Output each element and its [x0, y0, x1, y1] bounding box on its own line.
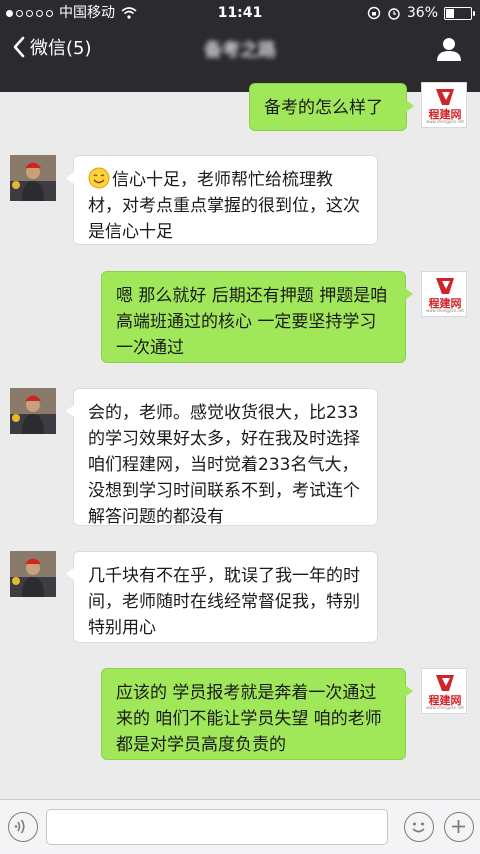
outgoing-message-bubble[interactable]: 嗯 那么就好 后期还有押题 押题是咱高端班通过的核心 一定要坚持学习 一次通过	[101, 271, 413, 363]
contact-avatar[interactable]	[10, 388, 56, 434]
voice-button[interactable]	[8, 812, 38, 842]
battery-percent: 36%	[406, 5, 438, 21]
smile-emoji-icon	[88, 167, 110, 189]
message-input[interactable]	[46, 809, 388, 845]
message-text: 嗯 那么就好 后期还有押题 押题是咱高端班通过的核心 一定要坚持学习 一次通过	[116, 286, 388, 358]
contact-avatar[interactable]	[10, 551, 56, 597]
sender-avatar[interactable]: 程建网 www.chengjian.net	[421, 668, 467, 714]
message-text: 信心十足，老师帮忙给梳理教材，对考点重点掌握的很到位，这次是信心十足	[88, 170, 360, 242]
sender-avatar[interactable]: 程建网 www.chengjian.net	[421, 271, 467, 317]
brand-url: www.chengjian.net	[425, 308, 465, 313]
contact-avatar[interactable]	[10, 155, 56, 201]
brand-logo-icon	[436, 675, 454, 691]
brand-logo-icon	[436, 278, 454, 294]
emoji-icon	[412, 822, 425, 833]
message-text: 几千块有不在乎，耽误了我一年的时间，老师随时在线经常督促我，特别特别用心	[88, 566, 360, 638]
incoming-message-bubble[interactable]: 信心十足，老师帮忙给梳理教材，对考点重点掌握的很到位，这次是信心十足	[66, 155, 378, 245]
status-bar: 中国移动 11:41 36%	[0, 0, 480, 26]
top-bar: 中国移动 11:41 36% 微信(5) 备考之路	[0, 0, 480, 92]
brand-logo-icon	[436, 89, 454, 105]
incoming-message-bubble[interactable]: 会的，老师。感觉收货很大，比233的学习效果好太多，好在我及时选择咱们程建网，当…	[66, 388, 378, 527]
incoming-message-bubble[interactable]: 几千块有不在乎，耽误了我一年的时间，老师随时在线经常督促我，特别特别用心	[66, 551, 378, 643]
voice-icon	[14, 819, 25, 834]
chat-title: 备考之路	[204, 40, 276, 61]
message-text: 会的，老师。感觉收货很大，比233的学习效果好太多，好在我及时选择咱们程建网，当…	[88, 403, 360, 527]
rotation-lock-icon	[367, 6, 381, 20]
message-text: 应该的 学员报考就是奔着一次通过来的 咱们不能让学员失望 咱的老师都是对学员高度…	[116, 683, 382, 755]
outgoing-message-bubble[interactable]: 备考的怎么样了	[249, 83, 414, 131]
message-text: 备考的怎么样了	[264, 98, 383, 118]
sender-avatar[interactable]: 程建网 www.chengjian.net	[421, 82, 467, 128]
plus-icon	[452, 820, 465, 833]
outgoing-message-bubble[interactable]: 应该的 学员报考就是奔着一次通过来的 咱们不能让学员失望 咱的老师都是对学员高度…	[101, 668, 413, 760]
alarm-icon	[388, 8, 400, 20]
input-bar	[0, 799, 480, 854]
profile-icon[interactable]	[436, 36, 462, 62]
nav-bar: 微信(5) 备考之路	[0, 26, 480, 74]
brand-url: www.chengjian.net	[425, 119, 465, 124]
plus-button[interactable]	[444, 812, 474, 842]
brand-url: www.chengjian.net	[425, 705, 465, 710]
battery-icon	[444, 6, 475, 20]
emoji-button[interactable]	[404, 812, 434, 842]
